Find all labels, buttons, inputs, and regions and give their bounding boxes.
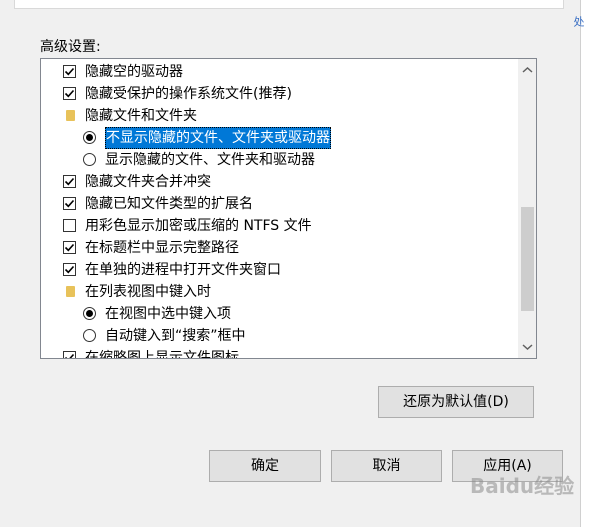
checkbox-checked[interactable]	[63, 65, 76, 78]
option-label: 隐藏空的驱动器	[85, 64, 183, 80]
scrollbar-thumb[interactable]	[521, 207, 534, 311]
checkbox-checked[interactable]	[63, 351, 76, 358]
folder-icon	[66, 110, 75, 121]
cancel-button[interactable]: 取消	[331, 450, 442, 482]
settings-option[interactable]: 自动键入到“搜索”框中	[41, 325, 518, 347]
option-label: 隐藏受保护的操作系统文件(推荐)	[85, 86, 292, 102]
settings-option[interactable]: 隐藏已知文件类型的扩展名	[41, 193, 518, 215]
checkbox-checked[interactable]	[63, 87, 76, 100]
settings-option[interactable]: 用彩色显示加密或压缩的 NTFS 文件	[41, 215, 518, 237]
option-label: 在缩略图上显示文件图标	[85, 350, 239, 359]
option-label: 在单独的进程中打开文件夹窗口	[85, 262, 281, 278]
folder-options-dialog: 高级设置: 隐藏空的驱动器隐藏受保护的操作系统文件(推荐) 隐藏文件和文件夹不显示…	[0, 0, 580, 527]
settings-group: 在列表视图中键入时	[41, 281, 518, 303]
background-window-text: 处	[572, 16, 585, 27]
option-label: 显示隐藏的文件、文件夹和驱动器	[105, 152, 315, 168]
radio-unselected[interactable]	[83, 153, 96, 166]
radio-dot-icon	[86, 310, 93, 317]
option-label: 在列表视图中键入时	[85, 284, 211, 300]
scroll-up-icon[interactable]	[519, 62, 536, 79]
vertical-scrollbar[interactable]	[518, 59, 536, 358]
settings-option[interactable]: 在缩略图上显示文件图标	[41, 347, 518, 359]
option-label: 在视图中选中键入项	[105, 306, 231, 322]
radio-selected[interactable]	[83, 131, 96, 144]
settings-option[interactable]: 显示隐藏的文件、文件夹和驱动器	[41, 149, 518, 171]
settings-option[interactable]: 隐藏空的驱动器	[41, 61, 518, 83]
option-label: 用彩色显示加密或压缩的 NTFS 文件	[85, 218, 312, 234]
settings-option[interactable]: 不显示隐藏的文件、文件夹或驱动器	[41, 127, 518, 149]
radio-unselected[interactable]	[83, 329, 96, 342]
option-label: 不显示隐藏的文件、文件夹或驱动器	[105, 127, 331, 149]
settings-option[interactable]: 在单独的进程中打开文件夹窗口	[41, 259, 518, 281]
checkbox-checked[interactable]	[63, 175, 76, 188]
option-label: 隐藏文件夹合并冲突	[85, 174, 211, 190]
checkbox-checked[interactable]	[63, 263, 76, 276]
watermark: Baidu经验	[470, 474, 575, 498]
advanced-settings-label: 高级设置:	[40, 39, 101, 55]
checkbox-checked[interactable]	[63, 241, 76, 254]
option-label: 隐藏已知文件类型的扩展名	[85, 196, 253, 212]
settings-option[interactable]: 在标题栏中显示完整路径	[41, 237, 518, 259]
settings-option[interactable]: 在视图中选中键入项	[41, 303, 518, 325]
settings-option[interactable]: 隐藏文件夹合并冲突	[41, 171, 518, 193]
restore-defaults-button[interactable]: 还原为默认值(D)	[378, 386, 534, 418]
option-label: 在标题栏中显示完整路径	[85, 240, 239, 256]
tab-panel-edge	[14, 0, 564, 9]
folder-icon	[66, 286, 75, 297]
settings-group: 隐藏文件和文件夹	[41, 105, 518, 127]
scroll-down-icon[interactable]	[519, 338, 536, 355]
option-label: 隐藏文件和文件夹	[85, 108, 197, 124]
background-window-edge	[580, 0, 597, 527]
checkbox-checked[interactable]	[63, 197, 76, 210]
radio-selected[interactable]	[83, 307, 96, 320]
checkbox-unchecked[interactable]	[63, 219, 76, 232]
radio-dot-icon	[86, 134, 93, 141]
option-label: 自动键入到“搜索”框中	[105, 328, 246, 344]
ok-button[interactable]: 确定	[209, 450, 321, 482]
advanced-settings-list[interactable]: 隐藏空的驱动器隐藏受保护的操作系统文件(推荐) 隐藏文件和文件夹不显示隐藏的文件、…	[40, 58, 537, 359]
settings-option[interactable]: 隐藏受保护的操作系统文件(推荐)	[41, 83, 518, 105]
